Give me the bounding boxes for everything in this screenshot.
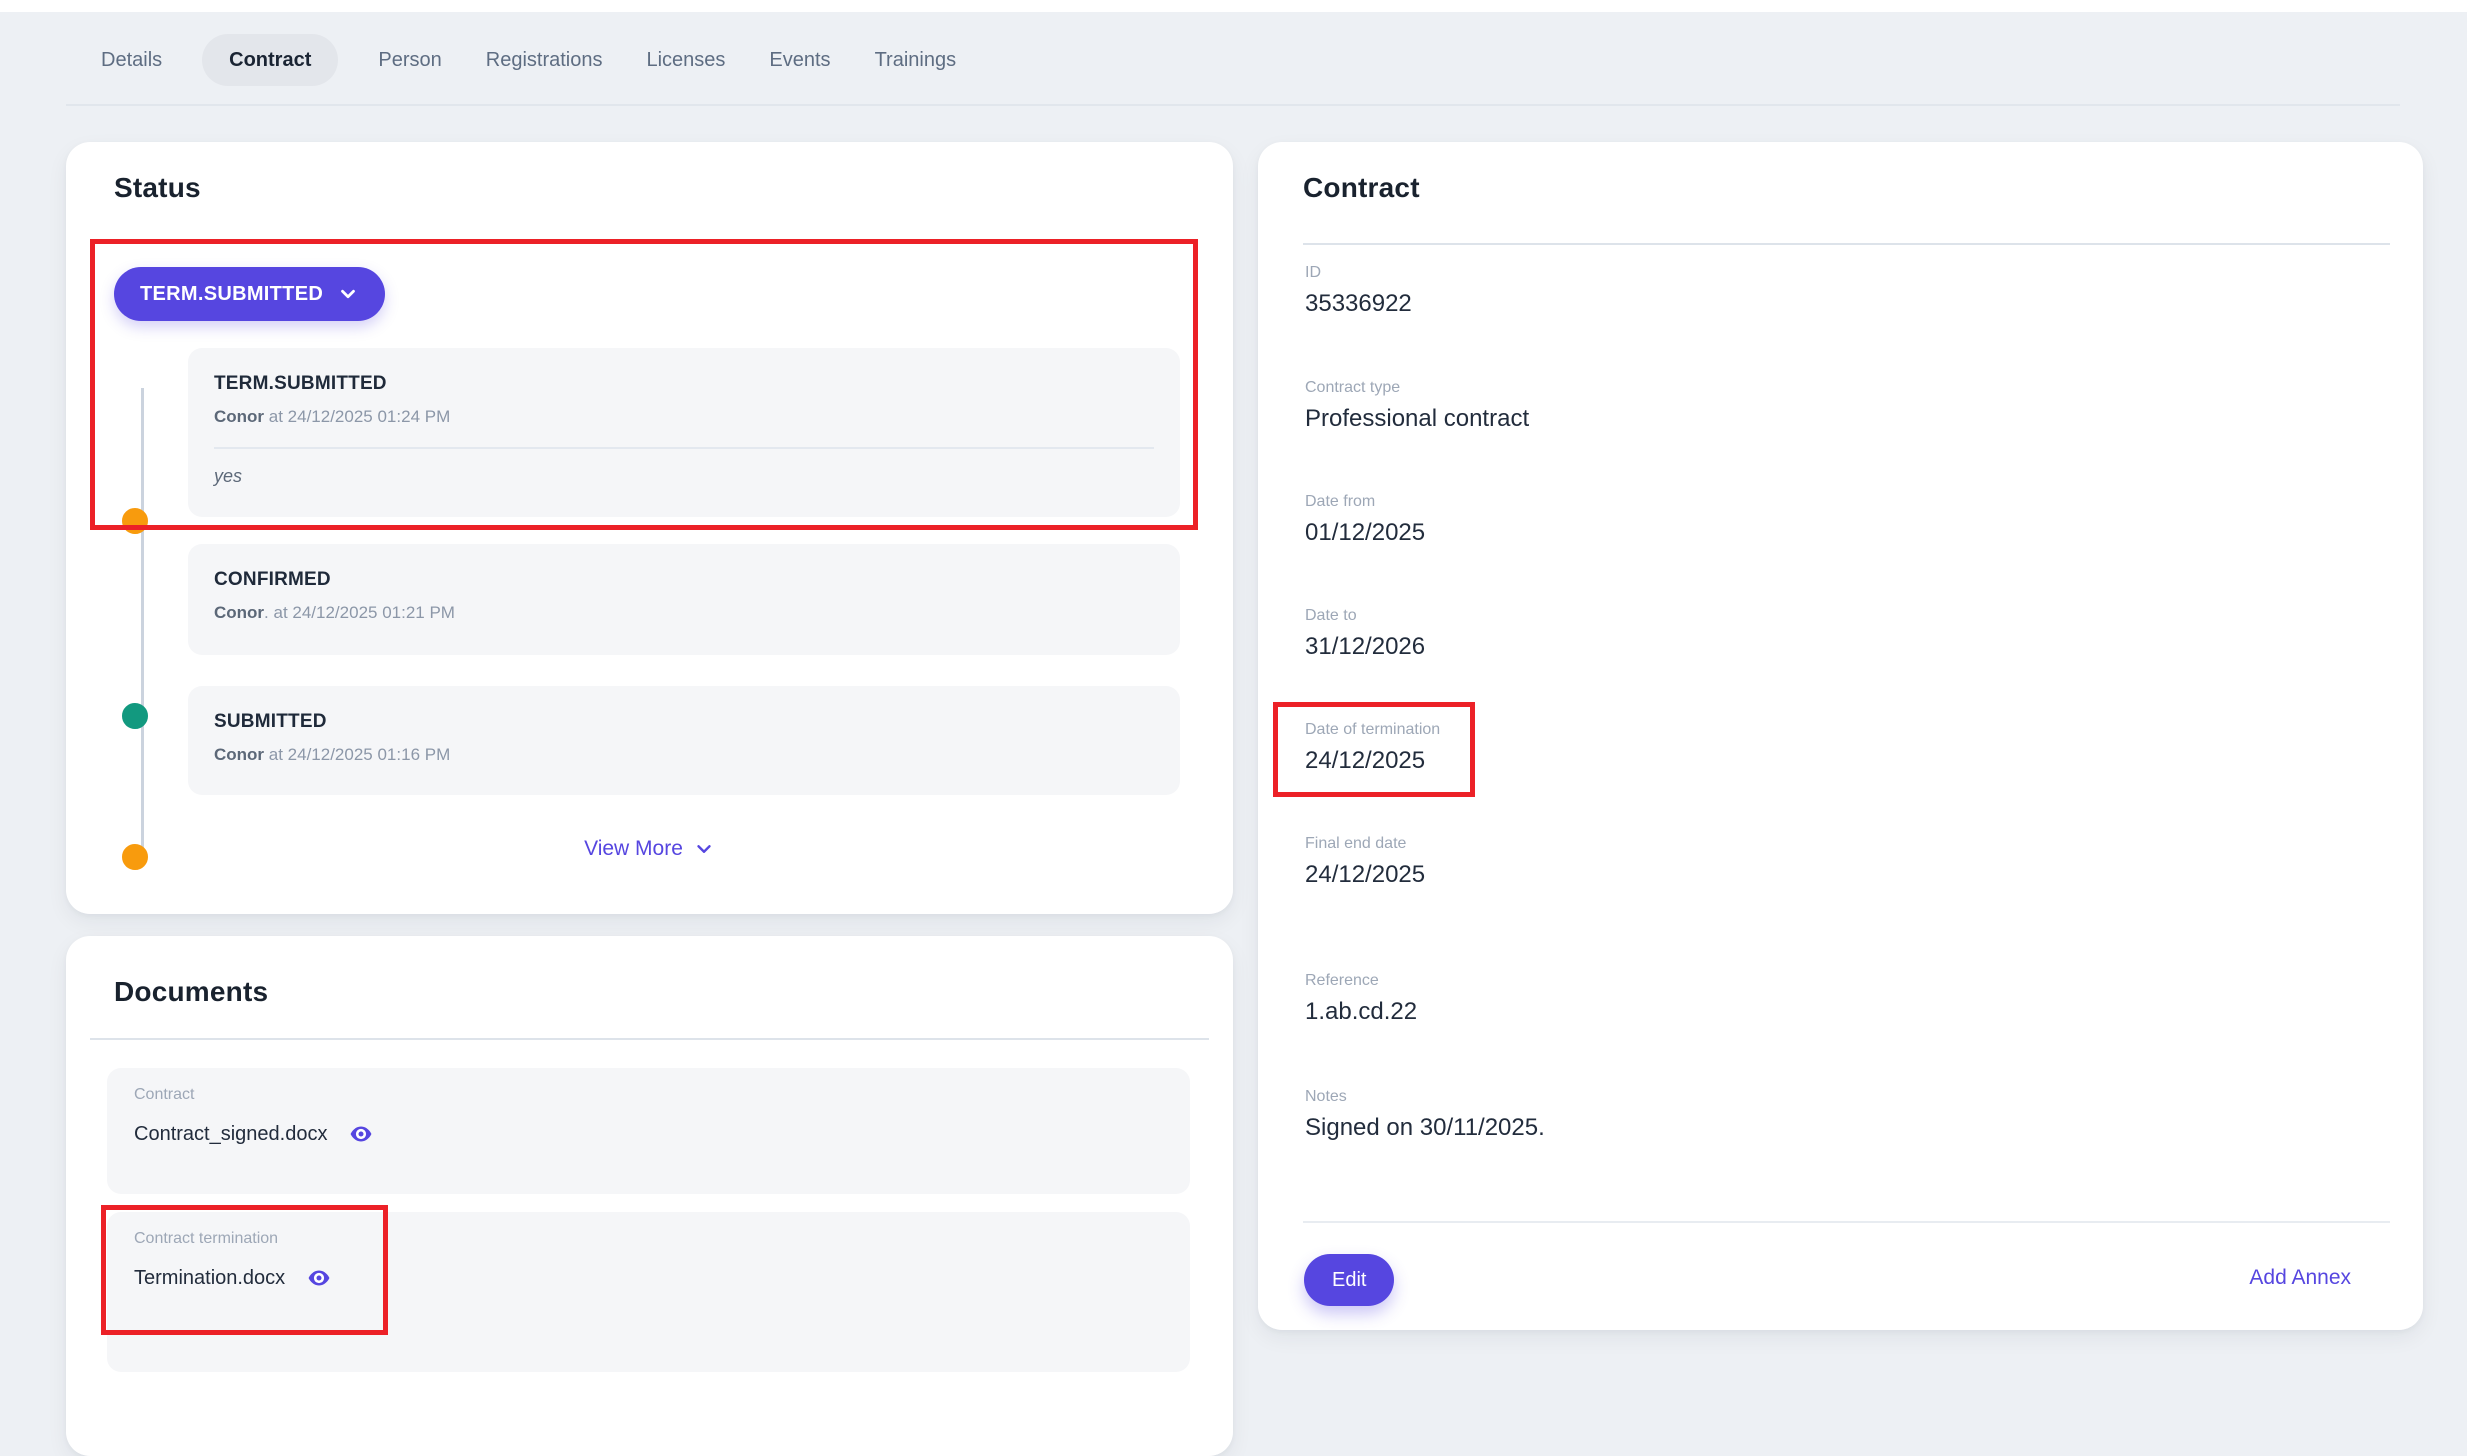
documents-divider [90, 1038, 1209, 1040]
timeline-entry-meta: Conor at 24/12/2025 01:24 PM [214, 407, 450, 427]
field-value: Signed on 30/11/2025. [1305, 1114, 1545, 1142]
documents-card: Documents Contract Contract_signed.docx … [66, 936, 1233, 1456]
eye-icon [347, 1122, 375, 1146]
field-label: Final end date [1305, 835, 1425, 853]
field-date-from: Date from 01/12/2025 [1305, 493, 1425, 547]
view-more-label: View More [584, 837, 683, 861]
timeline-entry-submitted: SUBMITTED Conor at 24/12/2025 01:16 PM [188, 686, 1180, 795]
field-label: Date of termination [1305, 721, 1440, 739]
field-value: 35336922 [1305, 290, 1412, 318]
timeline-entry-user: Conor [214, 603, 264, 622]
document-row-contract: Contract Contract_signed.docx [107, 1068, 1190, 1194]
field-value: 24/12/2025 [1305, 861, 1425, 889]
field-notes: Notes Signed on 30/11/2025. [1305, 1088, 1545, 1142]
view-more-link[interactable]: View More [66, 837, 1233, 861]
contract-footer-divider [1303, 1221, 2390, 1223]
field-label: ID [1305, 264, 1412, 282]
timeline-entry-timestamp: . at 24/12/2025 01:21 PM [264, 603, 455, 622]
field-label: Contract type [1305, 379, 1529, 397]
chevron-down-icon [693, 838, 715, 860]
timeline-entry-status: SUBMITTED [214, 711, 327, 733]
view-document-button[interactable] [347, 1122, 375, 1146]
tab-person[interactable]: Person [374, 34, 445, 86]
field-value: Professional contract [1305, 405, 1529, 433]
document-filename: Contract_signed.docx [134, 1123, 327, 1146]
timeline-entry-meta: Conor at 24/12/2025 01:16 PM [214, 745, 450, 765]
timeline-entry-timestamp: at 24/12/2025 01:16 PM [264, 745, 450, 764]
edit-button[interactable]: Edit [1304, 1254, 1394, 1306]
tab-bar-divider [66, 104, 2400, 106]
contract-divider [1303, 243, 2390, 245]
document-row-contract-termination: Contract termination Termination.docx [107, 1212, 1190, 1372]
field-label: Date from [1305, 493, 1425, 511]
tab-licenses[interactable]: Licenses [642, 34, 729, 86]
field-id: ID 35336922 [1305, 264, 1412, 318]
timeline-entry-user: Conor [214, 407, 264, 426]
field-contract-type: Contract type Professional contract [1305, 379, 1529, 433]
current-status-label: TERM.SUBMITTED [140, 283, 323, 306]
view-document-button[interactable] [305, 1266, 333, 1290]
tab-trainings[interactable]: Trainings [871, 34, 961, 86]
document-type-label: Contract termination [134, 1230, 278, 1248]
timeline-entry-note: yes [214, 466, 242, 487]
field-date-of-termination: Date of termination 24/12/2025 [1305, 721, 1440, 775]
top-white-strip [0, 0, 2467, 12]
timeline-entry-confirmed: CONFIRMED Conor. at 24/12/2025 01:21 PM [188, 544, 1180, 655]
field-value: 1.ab.cd.22 [1305, 998, 1417, 1026]
field-label: Notes [1305, 1088, 1545, 1106]
tab-details[interactable]: Details [97, 34, 166, 86]
document-filename: Termination.docx [134, 1267, 285, 1290]
timeline-entry-status: TERM.SUBMITTED [214, 373, 387, 395]
timeline-entry-term-submitted: TERM.SUBMITTED Conor at 24/12/2025 01:24… [188, 348, 1180, 517]
field-date-to: Date to 31/12/2026 [1305, 607, 1425, 661]
eye-icon [305, 1266, 333, 1290]
field-label: Date to [1305, 607, 1425, 625]
timeline-entry-timestamp: at 24/12/2025 01:24 PM [264, 407, 450, 426]
contract-detail-card: Contract ID 35336922 Contract type Profe… [1258, 142, 2423, 1330]
field-final-end-date: Final end date 24/12/2025 [1305, 835, 1425, 889]
tab-contract[interactable]: Contract [202, 34, 338, 86]
timeline-entry-divider [214, 447, 1154, 449]
document-type-label: Contract [134, 1086, 194, 1104]
field-label: Reference [1305, 972, 1417, 990]
chevron-down-icon [337, 283, 359, 305]
tab-bar: Details Contract Person Registrations Li… [97, 12, 960, 108]
tab-events[interactable]: Events [765, 34, 834, 86]
tab-registrations[interactable]: Registrations [482, 34, 607, 86]
timeline-entry-meta: Conor. at 24/12/2025 01:21 PM [214, 603, 455, 623]
field-reference: Reference 1.ab.cd.22 [1305, 972, 1417, 1026]
timeline-dot-confirmed [122, 703, 148, 729]
status-card: Status TERM.SUBMITTED TERM.SUBMITTED Con… [66, 142, 1233, 914]
documents-card-title: Documents [114, 976, 268, 1008]
field-value: 24/12/2025 [1305, 747, 1440, 775]
field-value: 31/12/2026 [1305, 633, 1425, 661]
contract-card-title: Contract [1303, 172, 1420, 204]
current-status-dropdown-button[interactable]: TERM.SUBMITTED [114, 267, 385, 321]
timeline-entry-user: Conor [214, 745, 264, 764]
timeline-connector-line [141, 388, 144, 866]
add-annex-link[interactable]: Add Annex [2249, 1266, 2351, 1290]
timeline-dot-term-submitted [122, 508, 148, 534]
status-card-title: Status [114, 172, 201, 204]
field-value: 01/12/2025 [1305, 519, 1425, 547]
timeline-entry-status: CONFIRMED [214, 569, 331, 591]
